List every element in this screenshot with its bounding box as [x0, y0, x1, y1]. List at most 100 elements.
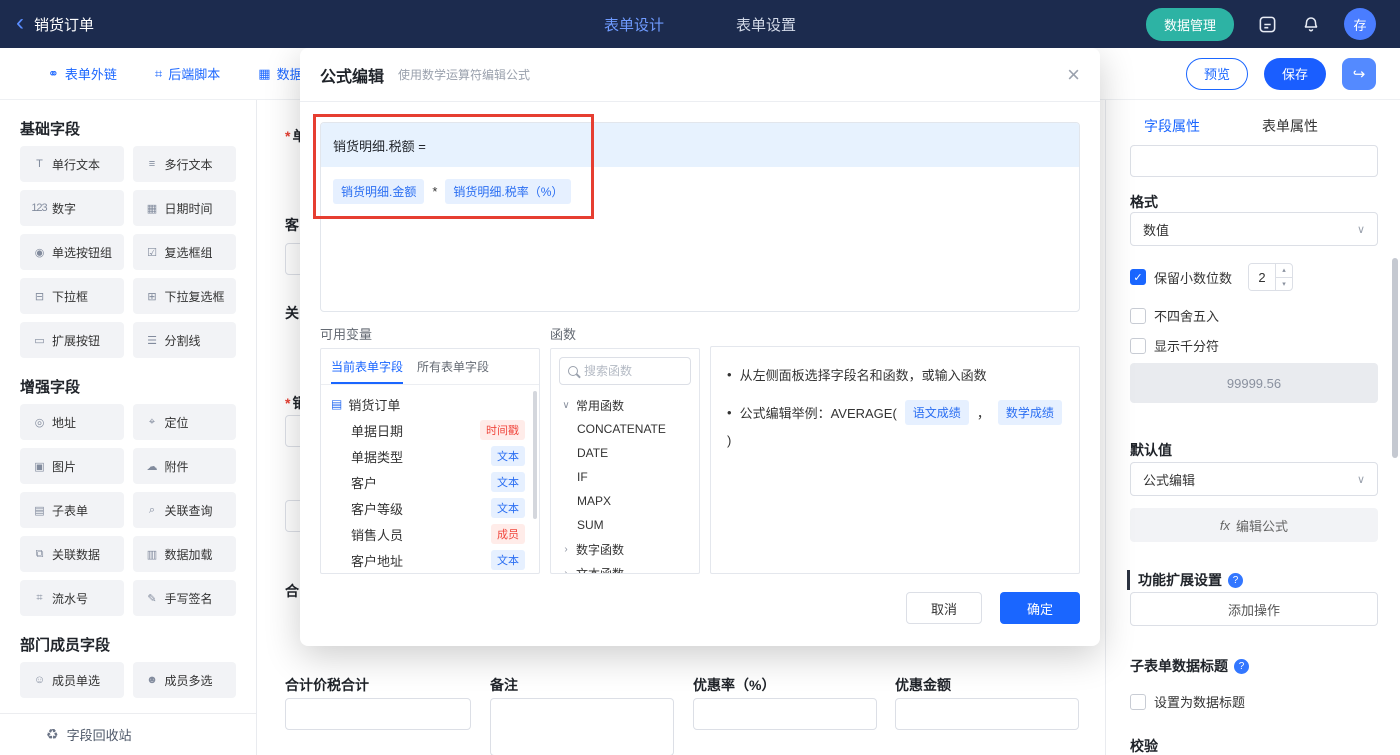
function-group-common[interactable]: ∨ 常用函数	[551, 393, 699, 417]
bell-icon[interactable]	[1300, 13, 1322, 35]
field-select[interactable]: ⊟ 下拉框	[20, 278, 124, 314]
add-action-button[interactable]: 添加操作	[1130, 592, 1378, 626]
field-icon: ▤	[34, 504, 44, 517]
basic-fields-grid: T 单行文本 ≡ 多行文本 123 数字 ▦ 日期时间 ◉ 单选按钮组 ☑ 复选框组 ⊟ 下拉…	[20, 146, 236, 358]
field-member-single[interactable]: ☺ 成员单选	[20, 662, 124, 698]
function-item-concatenate[interactable]: CONCATENATE	[551, 417, 699, 441]
variables-scrollbar[interactable]	[533, 391, 537, 519]
decimal-label: 保留小数位数	[1154, 270, 1233, 286]
form-external-link[interactable]: ⚭ 表单外链	[48, 64, 117, 83]
stepper-up-icon[interactable]: ▴	[1276, 264, 1293, 278]
field-member-multi[interactable]: ☻ 成员多选	[132, 662, 236, 698]
field-image[interactable]: ▣ 图片	[20, 448, 124, 484]
field-recycle-bin[interactable]: ♻ 字段回收站	[0, 713, 256, 755]
back-button[interactable]: ‹ 销货订单	[16, 10, 94, 35]
function-search	[559, 357, 691, 385]
default-value-select[interactable]: 公式编辑 ∨	[1130, 462, 1378, 496]
edit-formula-label: 编辑公式	[1236, 518, 1289, 534]
formula-operand-tag[interactable]: 销货明细.金额	[333, 179, 425, 204]
thousand-checkbox[interactable]	[1130, 337, 1146, 354]
help-icon[interactable]: ?	[1234, 658, 1249, 674]
format-select[interactable]: 数值 ∨	[1130, 212, 1378, 246]
field-linked-query[interactable]: ⌕ 关联查询	[132, 492, 236, 528]
field-title-input[interactable]	[1130, 145, 1378, 177]
function-item-date[interactable]: DATE	[551, 441, 699, 465]
field-icon: ⌖	[148, 415, 155, 428]
tab-all-form-fields[interactable]: 所有表单字段	[417, 349, 489, 384]
search-input[interactable]	[584, 364, 676, 378]
no-round-checkbox[interactable]	[1130, 307, 1146, 324]
variable-row[interactable]: 客户 文本	[321, 469, 539, 495]
panel-scrollbar[interactable]	[1392, 258, 1398, 458]
field-address[interactable]: ◎ 地址	[20, 404, 124, 440]
field-attachment[interactable]: ☁ 附件	[132, 448, 236, 484]
section-title-enhanced-fields: 增强字段	[20, 379, 81, 396]
field-datetime[interactable]: ▦ 日期时间	[132, 190, 236, 226]
data-manage-button[interactable]: 数据管理	[1145, 7, 1234, 41]
app: ‹ 销货订单 表单设计 表单设置 数据管理 存 ⚭ 表单外链 ⌗ 后端脚本 ▦ …	[0, 0, 1400, 755]
function-item-mapx[interactable]: MAPX	[551, 489, 699, 513]
chevron-down-icon: ∨	[1356, 473, 1365, 486]
field-multi-line-text[interactable]: ≡ 多行文本	[132, 146, 236, 182]
function-group-text[interactable]: › 文本函数	[551, 561, 699, 574]
field-linked-data[interactable]: ⧉ 关联数据	[20, 536, 124, 572]
field-extend-button[interactable]: ▭ 扩展按钮	[20, 322, 124, 358]
variables-tabs: 当前表单字段 所有表单字段	[321, 349, 539, 385]
avatar[interactable]: 存	[1344, 8, 1376, 40]
confirm-button[interactable]: 确定	[1000, 592, 1080, 624]
field-radio-group[interactable]: ◉ 单选按钮组	[20, 234, 124, 270]
decimal-checkbox[interactable]: ✓	[1130, 269, 1146, 285]
extension-section-header: 功能扩展设置 ?	[1127, 570, 1243, 590]
field-subform[interactable]: ▤ 子表单	[20, 492, 124, 528]
variable-row[interactable]: 客户等级 文本	[321, 495, 539, 521]
section-title-basic-fields: 基础字段	[20, 121, 81, 138]
decimal-value-input[interactable]	[1249, 264, 1276, 290]
field-icon: ▦	[146, 202, 157, 215]
preview-button[interactable]: 预览	[1186, 57, 1248, 90]
field-number[interactable]: 123 数字	[20, 190, 124, 226]
cancel-button[interactable]: 取消	[906, 592, 982, 624]
field-signature[interactable]: ✎ 手写签名	[132, 580, 236, 616]
field-checkbox-group[interactable]: ☑ 复选框组	[132, 234, 236, 270]
save-button[interactable]: 保存	[1264, 57, 1326, 90]
discount-amount-input[interactable]	[895, 698, 1079, 730]
add-action-label: 添加操作	[1227, 602, 1280, 618]
help-icon[interactable]: ?	[1228, 572, 1243, 588]
formula-operand-tag[interactable]: 销货明细.税率（%）	[445, 179, 572, 204]
decimal-row: ✓ 保留小数位数 ▴ ▾	[1130, 263, 1294, 291]
chevron-down-icon: ∨	[1356, 223, 1365, 236]
variable-row[interactable]: 单据类型 文本	[321, 443, 539, 469]
tab-current-form-fields[interactable]: 当前表单字段	[331, 349, 403, 384]
variable-row[interactable]: 客户地址 文本	[321, 547, 539, 573]
variable-row[interactable]: 单据日期 时间戳	[321, 417, 539, 443]
field-multi-select[interactable]: ⊞ 下拉复选框	[132, 278, 236, 314]
tab-form-design[interactable]: 表单设计	[604, 14, 664, 35]
function-item-if[interactable]: IF	[551, 465, 699, 489]
field-single-line-text[interactable]: T 单行文本	[20, 146, 124, 182]
variable-row[interactable]: 销售人员 成员	[321, 521, 539, 547]
formula-editor-area[interactable]: 销货明细.税额 = 销货明细.金额 * 销货明细.税率（%）	[320, 122, 1080, 312]
remark-input[interactable]	[490, 698, 674, 755]
field-data-load[interactable]: ▥ 数据加载	[132, 536, 236, 572]
function-group-number[interactable]: › 数字函数	[551, 537, 699, 561]
data-title-checkbox[interactable]	[1130, 693, 1146, 710]
edit-formula-button[interactable]: fx 编辑公式	[1130, 508, 1378, 542]
backend-script-link[interactable]: ⌗ 后端脚本	[155, 64, 220, 83]
close-icon[interactable]: ×	[1067, 63, 1080, 86]
tab-form-settings[interactable]: 表单设置	[736, 14, 796, 35]
field-location[interactable]: ⌖ 定位	[132, 404, 236, 440]
function-item-sum[interactable]: SUM	[551, 513, 699, 537]
field-divider[interactable]: ☰ 分割线	[132, 322, 236, 358]
tab-field-properties[interactable]: 字段属性	[1144, 116, 1200, 147]
tab-form-properties[interactable]: 表单属性	[1262, 116, 1318, 147]
no-round-label: 不四舍五入	[1154, 309, 1220, 324]
variable-tree-root[interactable]: ▤ 销货订单	[321, 391, 539, 417]
search-icon	[568, 366, 578, 376]
field-serial-number[interactable]: ⌗ 流水号	[20, 580, 124, 616]
discount-rate-input[interactable]	[693, 698, 877, 730]
changelog-icon[interactable]	[1256, 13, 1278, 35]
stepper-down-icon[interactable]: ▾	[1276, 278, 1292, 291]
share-button[interactable]: ↪	[1342, 57, 1376, 90]
chevron-right-icon: ›	[564, 543, 568, 555]
total-input[interactable]	[285, 698, 471, 730]
